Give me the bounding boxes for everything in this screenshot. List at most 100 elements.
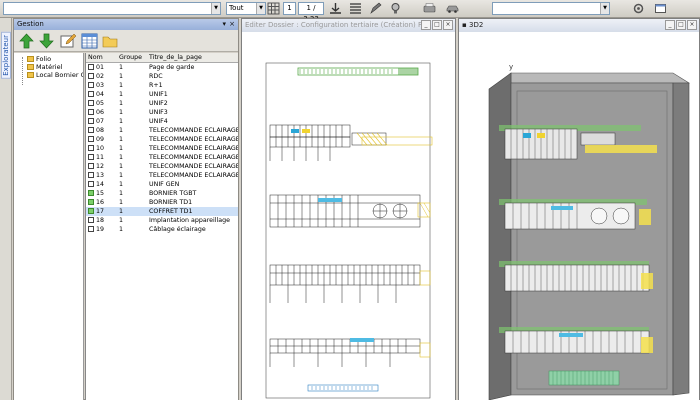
schematic-canvas[interactable] <box>242 33 455 400</box>
close-icon[interactable]: × <box>443 20 453 30</box>
table-row[interactable]: 02 1 RDC <box>86 72 238 81</box>
spacing-icon[interactable] <box>327 1 343 16</box>
settings-icon[interactable] <box>630 1 646 16</box>
cell-titre: TELECOMMANDE ECLAIRAGE <box>149 163 238 170</box>
line-style-icon[interactable] <box>347 1 363 16</box>
car-icon[interactable] <box>441 1 463 16</box>
schematic-drawing <box>265 62 433 399</box>
arrow-up-icon[interactable] <box>18 33 35 49</box>
cell-nom-text: 04 <box>96 91 105 98</box>
cell-nom-text: 17 <box>96 208 105 215</box>
table-row[interactable]: 13 1 TELECOMMANDE ECLAIRAGE <box>86 171 238 180</box>
minimize-icon[interactable]: _ <box>665 20 675 30</box>
cell-titre: UNIF GEN <box>149 181 180 188</box>
open-folder-icon[interactable] <box>102 33 119 49</box>
cell-titre: Câblage éclairage <box>149 226 206 233</box>
green-page-icon <box>88 199 94 205</box>
table-row[interactable]: 19 1 Câblage éclairage <box>86 225 238 234</box>
close-icon[interactable]: × <box>687 20 697 30</box>
filter-value: Tout <box>229 4 244 12</box>
house-icon <box>88 73 94 79</box>
search-combo[interactable]: ▼ <box>3 2 221 15</box>
column-header-titre[interactable]: Titre_de_la_page <box>149 53 238 63</box>
table-row[interactable]: 04 1 UNIF1 <box>86 90 238 99</box>
table-row[interactable]: 01 1 Page de garde <box>86 63 238 72</box>
table-rows: 01 1 Page de garde 02 1 RDC 03 1 R+1 04 1 UNIF1 05 1 U… <box>86 63 238 234</box>
minimize-icon[interactable]: _ <box>421 20 431 30</box>
column-header-nom[interactable]: Nom <box>88 53 116 63</box>
table-row[interactable]: 07 1 UNIF4 <box>86 117 238 126</box>
table-row[interactable]: 15 1 BORNIER TGBT <box>86 189 238 198</box>
table-row[interactable]: 09 1 TELECOMMANDE ECLAIRAGE <box>86 135 238 144</box>
cell-nom: 02 <box>88 72 116 81</box>
cell-groupe: 1 <box>119 226 124 233</box>
cell-titre: TELECOMMANDE ECLAIRAGE <box>149 154 238 161</box>
table-row[interactable]: 08 1 TELECOMMANDE ECLAIRAGE <box>86 126 238 135</box>
explorer-tab[interactable]: Explorateur <box>1 32 11 79</box>
gestion-title-bar: Gestion ▾ × <box>14 19 238 30</box>
axis-label: y <box>509 63 513 71</box>
view3d-icon: ▪ <box>462 21 469 29</box>
cell-nom: 13 <box>88 171 116 180</box>
cell-groupe: 1 <box>119 82 124 89</box>
cell-nom-text: 10 <box>96 145 105 152</box>
bulb-icon[interactable] <box>387 1 403 16</box>
table-row[interactable]: 10 1 TELECOMMANDE ECLAIRAGE <box>86 144 238 153</box>
view-combo[interactable]: ▼ <box>492 2 610 15</box>
green-page-icon <box>88 208 94 214</box>
printer-icon[interactable] <box>418 1 440 16</box>
filter-combo[interactable]: Tout ▼ <box>226 2 266 15</box>
cell-nom: 19 <box>88 225 116 234</box>
table-header: Nom Groupe Titre_de_la_page <box>86 53 238 63</box>
cell-groupe: 1 <box>119 145 124 152</box>
table-row[interactable]: 11 1 TELECOMMANDE ECLAIRAGE <box>86 153 238 162</box>
grid-icon[interactable] <box>265 1 281 16</box>
window-icon[interactable] <box>652 1 668 16</box>
cell-nom: 14 <box>88 180 116 189</box>
tree-item-local-bornier[interactable]: Local Bornier Clé <box>14 71 83 79</box>
close-icon[interactable]: × <box>229 19 235 30</box>
cell-titre: UNIF3 <box>149 109 168 116</box>
cell-groupe: 1 <box>119 163 124 170</box>
table-row[interactable]: 14 1 UNIF GEN <box>86 180 238 189</box>
table-row[interactable]: 12 1 TELECOMMANDE ECLAIRAGE <box>86 162 238 171</box>
tree-item-folio[interactable]: Folio <box>14 55 83 63</box>
pen-icon[interactable] <box>367 1 383 16</box>
editor-title: Editer Dossier : Configuration tertiaire… <box>245 21 428 29</box>
folder-icon <box>27 56 34 62</box>
table-icon[interactable] <box>81 33 98 49</box>
cell-nom: 09 <box>88 135 116 144</box>
table-row[interactable]: 06 1 UNIF3 <box>86 108 238 117</box>
table-row[interactable]: 18 1 Implantation appareillage <box>86 216 238 225</box>
tree-item-materiel[interactable]: Matériel <box>14 63 83 71</box>
arrow-down-icon[interactable] <box>38 33 55 49</box>
cell-nom-text: 06 <box>96 109 105 116</box>
cell-groupe: 1 <box>119 73 124 80</box>
table-row[interactable]: 17 1 COFFRET TD1 <box>86 207 238 216</box>
house-icon <box>88 127 94 133</box>
house-icon <box>88 91 94 97</box>
chevron-down-icon[interactable]: ▼ <box>211 3 220 14</box>
cell-titre: R+1 <box>149 82 163 89</box>
cell-titre: Implantation appareillage <box>149 217 230 224</box>
green-page-icon <box>88 190 94 196</box>
maximize-icon[interactable]: □ <box>432 20 442 30</box>
chevron-down-icon[interactable]: ▼ <box>256 3 265 14</box>
tree-item-label: Matériel <box>36 63 63 71</box>
cell-titre: TELECOMMANDE ECLAIRAGE <box>149 127 238 134</box>
column-header-groupe[interactable]: Groupe <box>119 53 147 63</box>
cabinet-3d-drawing: y <box>488 63 691 400</box>
page-number-field[interactable]: 1 <box>283 2 296 15</box>
maximize-icon[interactable]: □ <box>676 20 686 30</box>
cell-groupe: 1 <box>119 127 124 134</box>
pin-icon[interactable]: ▾ <box>222 19 226 30</box>
edit-icon[interactable] <box>60 33 77 49</box>
3d-canvas[interactable]: y <box>459 33 699 400</box>
chevron-down-icon[interactable]: ▼ <box>600 3 609 14</box>
cell-titre: Page de garde <box>149 64 195 71</box>
table-row[interactable]: 16 1 BORNIER TD1 <box>86 198 238 207</box>
table-row[interactable]: 05 1 UNIF2 <box>86 99 238 108</box>
editor-window: Editer Dossier : Configuration tertiaire… <box>241 18 456 400</box>
table-row[interactable]: 03 1 R+1 <box>86 81 238 90</box>
cell-nom: 12 <box>88 162 116 171</box>
